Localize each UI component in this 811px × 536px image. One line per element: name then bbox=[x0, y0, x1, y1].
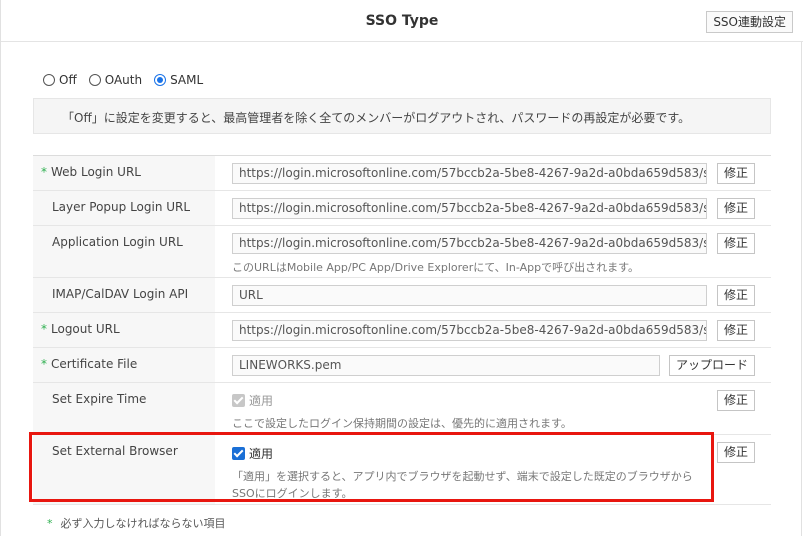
application-login-url-field[interactable]: https://login.microsoftonline.com/57bccb… bbox=[232, 233, 707, 254]
external-browser-edit-button[interactable]: 修正 bbox=[717, 442, 755, 463]
logout-notice: 「Off」に設定を変更すると、最高管理者を除く全てのメンバーがログアウトされ、パ… bbox=[33, 98, 771, 134]
settings-panel: SSO Type SSO連動設定 Off OAuth SAML 「Off」に設定… bbox=[0, 0, 803, 536]
required-mark: * bbox=[41, 357, 47, 371]
row-set-external-browser: Set External Browser 適用 「適用」を選択すると、アプリ内で… bbox=[33, 435, 771, 505]
row-label: * Web Login URL bbox=[33, 156, 215, 190]
web-login-url-edit-button[interactable]: 修正 bbox=[717, 163, 755, 184]
required-mark: * bbox=[47, 517, 53, 530]
row-label: Set Expire Time bbox=[33, 383, 215, 434]
radio-saml[interactable]: SAML bbox=[154, 73, 203, 87]
logout-url-edit-button[interactable]: 修正 bbox=[717, 320, 755, 341]
row-value: https://login.microsoftonline.com/57bccb… bbox=[215, 156, 771, 190]
certificate-upload-button[interactable]: アップロード bbox=[669, 355, 755, 376]
logout-url-field[interactable]: https://login.microsoftonline.com/57bccb… bbox=[232, 320, 707, 341]
radio-oauth-label: OAuth bbox=[104, 73, 143, 87]
external-browser-apply-checkbox[interactable] bbox=[232, 447, 245, 460]
radio-oauth[interactable]: OAuth bbox=[88, 73, 143, 87]
row-value: https://login.microsoftonline.com/57bccb… bbox=[215, 313, 771, 347]
row-label: * Certificate File bbox=[33, 348, 215, 382]
radio-off-label: Off bbox=[59, 73, 77, 87]
sso-settings-button[interactable]: SSO連動設定 bbox=[706, 11, 793, 33]
page-title: SSO Type bbox=[365, 13, 439, 29]
saml-settings-table: * Web Login URL https://login.microsofton… bbox=[33, 155, 771, 505]
row-label: IMAP/CalDAV Login API bbox=[33, 278, 215, 312]
row-web-login-url: * Web Login URL https://login.microsofton… bbox=[33, 156, 771, 191]
required-footnote-text: 必ず入力しなければならない項目 bbox=[60, 517, 226, 530]
layer-popup-login-url-edit-button[interactable]: 修正 bbox=[717, 198, 755, 219]
row-label: Set External Browser bbox=[33, 435, 215, 504]
imap-caldav-login-api-edit-button[interactable]: 修正 bbox=[717, 285, 755, 306]
external-browser-hint-line2: SSOにログインします。 bbox=[232, 487, 353, 500]
web-login-url-label: Web Login URL bbox=[51, 165, 141, 179]
radio-saml-label: SAML bbox=[170, 73, 204, 87]
certificate-file-field[interactable]: LINEWORKS.pem bbox=[232, 355, 660, 376]
row-value: URL 修正 bbox=[215, 278, 771, 312]
required-footnote: * 必ず入力しなければならない項目 bbox=[47, 515, 226, 531]
row-value: https://login.microsoftonline.com/57bccb… bbox=[215, 226, 771, 277]
external-browser-apply-checkbox-row[interactable]: 適用 bbox=[232, 445, 273, 462]
expire-apply-checkbox bbox=[232, 394, 245, 407]
certificate-file-label: Certificate File bbox=[51, 357, 138, 371]
logout-url-label: Logout URL bbox=[51, 322, 120, 336]
row-label: Layer Popup Login URL bbox=[33, 191, 215, 225]
external-browser-apply-label: 適用 bbox=[249, 447, 274, 461]
row-value: 適用 「適用」を選択すると、アプリ内でブラウザを起動せず、端末で設定した既定のブ… bbox=[215, 435, 771, 504]
row-logout-url: * Logout URL https://login.microsoftonlin… bbox=[33, 313, 771, 348]
expire-apply-checkbox-row: 適用 bbox=[232, 392, 273, 409]
imap-caldav-login-api-label: IMAP/CalDAV Login API bbox=[52, 287, 189, 301]
panel-header: SSO Type SSO連動設定 bbox=[1, 0, 803, 42]
application-login-url-hint: このURLはMobile App/PC App/Drive Explorerにて… bbox=[232, 261, 640, 274]
row-label: Application Login URL bbox=[33, 226, 215, 277]
radio-oauth-circle[interactable] bbox=[88, 74, 101, 86]
row-label: * Logout URL bbox=[33, 313, 215, 347]
required-mark: * bbox=[41, 322, 47, 336]
layer-popup-login-url-field[interactable]: https://login.microsoftonline.com/57bccb… bbox=[232, 198, 707, 219]
radio-off[interactable]: Off bbox=[43, 73, 77, 87]
row-layer-popup-login-url: Layer Popup Login URL https://login.micr… bbox=[33, 191, 771, 226]
radio-off-circle[interactable] bbox=[43, 74, 55, 86]
row-value: LINEWORKS.pem アップロード bbox=[215, 348, 771, 382]
required-mark: * bbox=[41, 165, 47, 179]
sso-type-radio-group: Off OAuth SAML bbox=[43, 71, 203, 89]
imap-caldav-login-api-field[interactable]: URL bbox=[232, 285, 707, 306]
set-external-browser-label: Set External Browser bbox=[52, 444, 178, 458]
radio-saml-circle[interactable] bbox=[154, 74, 167, 86]
application-login-url-edit-button[interactable]: 修正 bbox=[717, 233, 755, 254]
set-expire-time-label: Set Expire Time bbox=[52, 392, 147, 406]
expire-hint: ここで設定したログイン保持期間の設定は、優先的に適用されます。 bbox=[232, 417, 572, 430]
external-browser-hint-line1: 「適用」を選択すると、アプリ内でブラウザを起動せず、端末で設定した既定のブラウザ… bbox=[232, 470, 693, 483]
expire-apply-label: 適用 bbox=[249, 394, 274, 408]
expire-edit-button[interactable]: 修正 bbox=[717, 390, 755, 411]
row-certificate-file: * Certificate File LINEWORKS.pem アップロード bbox=[33, 348, 771, 383]
application-login-url-label: Application Login URL bbox=[52, 235, 183, 249]
row-application-login-url: Application Login URL https://login.micr… bbox=[33, 226, 771, 278]
row-set-expire-time: Set Expire Time 適用 ここで設定したログイン保持期間の設定は、優… bbox=[33, 383, 771, 435]
row-imap-caldav-login-api: IMAP/CalDAV Login API URL 修正 bbox=[33, 278, 771, 313]
row-value: 適用 ここで設定したログイン保持期間の設定は、優先的に適用されます。 修正 bbox=[215, 383, 771, 434]
row-value: https://login.microsoftonline.com/57bccb… bbox=[215, 191, 771, 225]
layer-popup-login-url-label: Layer Popup Login URL bbox=[52, 200, 191, 214]
web-login-url-field[interactable]: https://login.microsoftonline.com/57bccb… bbox=[232, 163, 707, 184]
